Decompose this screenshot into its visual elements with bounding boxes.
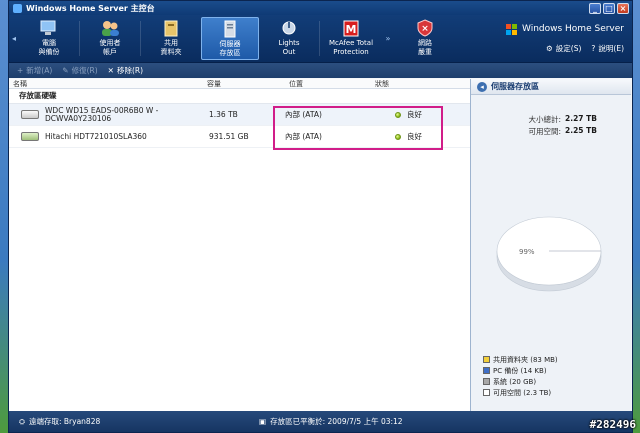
server-storage-pane: ◂ 伺服器存放區 大小總計: 2.27 TB 可用空間: 2.25 TB 99% 共… (471, 79, 631, 411)
legend-item: 共用資料夾 (83 MB) (483, 354, 558, 365)
side-title: 伺服器存放區 (491, 82, 539, 91)
storage-balanced-icon: ▣ (259, 417, 267, 426)
remove-icon: ✕ (107, 66, 114, 75)
swatch (483, 389, 490, 396)
tab-lights-out[interactable]: Lights Out (259, 15, 319, 62)
computer-icon (39, 19, 59, 37)
legend-item: 可用空間 (2.3 TB) (483, 387, 558, 398)
gear-icon: ⚙ (546, 43, 553, 53)
console-window: Windows Home Server 主控台 _ □ × ◂ 電腦 與備份 使… (8, 0, 633, 433)
tab-server-storage[interactable]: 伺服器 存放區 (201, 17, 259, 60)
svg-text:M: M (346, 23, 357, 36)
server-storage-icon (220, 20, 240, 38)
desktop-background-right (632, 0, 640, 433)
brand-area: Windows Home Server ⚙ 設定(S) ? 說明(E) (506, 15, 632, 62)
repair-button[interactable]: ✎ 修復(R) (62, 65, 97, 76)
col-status[interactable]: 狀態 (371, 79, 461, 88)
help-icon: ? (591, 43, 596, 53)
users-icon (100, 19, 120, 37)
pie-percent-label: 99% (519, 248, 535, 256)
annotation-highlight (273, 106, 443, 150)
group-storage-drives: 存放區硬碟 (9, 89, 470, 104)
legend-item: 系統 (20 GB) (483, 376, 558, 387)
title-bar[interactable]: Windows Home Server 主控台 _ □ × (9, 1, 632, 15)
plus-icon: + (17, 66, 24, 75)
swatch (483, 356, 490, 363)
maximize-button[interactable]: □ (603, 2, 615, 14)
main-area: 名稱 容量 位置 狀態 存放區硬碟 WDC WD15 EADS-00R6B0 W… (9, 79, 632, 411)
tab-shared-folders[interactable]: 共用 資料夾 (141, 15, 201, 62)
tab-mcafee[interactable]: M McAfee Total Protection (320, 15, 382, 62)
shared-folder-icon (161, 19, 181, 37)
network-critical-icon: × (415, 19, 435, 37)
col-location[interactable]: 位置 (285, 79, 371, 88)
nav-bar: ◂ 電腦 與備份 使用者 帳戶 共用 資料夾 伺服器 存放區 Lights Ou… (9, 15, 632, 63)
drive-capacity: 931.51 GB (209, 132, 249, 141)
tab-network-status[interactable]: × 網路 嚴重 (394, 15, 456, 62)
hard-drive-icon (21, 132, 39, 141)
close-button[interactable]: × (617, 2, 629, 14)
windows-logo-icon (506, 23, 517, 35)
storage-balance-status: 存放區已平衡於: 2009/7/5 上午 03:12 (270, 417, 403, 426)
free-space-row: 可用空間: 2.25 TB (528, 126, 597, 136)
tab-computers-backup[interactable]: 電腦 與備份 (19, 15, 79, 62)
lights-out-icon (279, 19, 299, 37)
remote-access-icon: ⛭ (19, 416, 25, 426)
total-size-row: 大小總計: 2.27 TB (528, 114, 597, 124)
remote-access-status[interactable]: 遠端存取: Bryan828 (29, 416, 100, 427)
storage-legend: 共用資料夾 (83 MB) PC 備份 (14 KB) 系統 (20 GB) 可… (483, 354, 558, 398)
hard-drive-icon (21, 110, 39, 119)
col-capacity[interactable]: 容量 (199, 79, 285, 88)
col-name[interactable]: 名稱 (9, 79, 199, 88)
app-icon (13, 3, 22, 13)
remove-button[interactable]: ✕ 移除(R) (108, 65, 143, 76)
nav-scroll-right[interactable]: » (382, 15, 394, 62)
side-header[interactable]: ◂ 伺服器存放區 (471, 79, 631, 95)
storage-pie-chart: 99% (493, 205, 605, 295)
watermark: #282496 (589, 418, 636, 431)
minimize-button[interactable]: _ (589, 2, 601, 14)
window-title: Windows Home Server 主控台 (26, 3, 155, 13)
add-button[interactable]: + 新增(A) (17, 65, 52, 76)
nav-scroll-left[interactable]: ◂ (9, 15, 19, 62)
settings-link[interactable]: ⚙ 設定(S) (546, 43, 581, 54)
drive-capacity: 1.36 TB (209, 110, 238, 119)
column-header: 名稱 容量 位置 狀態 (9, 79, 470, 89)
drive-list-pane: 名稱 容量 位置 狀態 存放區硬碟 WDC WD15 EADS-00R6B0 W… (9, 79, 471, 411)
collapse-icon: ◂ (477, 81, 487, 92)
tab-user-accounts[interactable]: 使用者 帳戶 (80, 15, 140, 62)
status-bar: ⛭ 遠端存取: Bryan828 ▣ 存放區已平衡於: 2009/7/5 上午 03… (9, 411, 632, 432)
legend-item: PC 備份 (14 KB) (483, 365, 558, 376)
help-link[interactable]: ? 說明(E) (591, 43, 624, 54)
swatch (483, 367, 490, 374)
svg-text:×: × (421, 24, 429, 34)
mcafee-icon: M (341, 19, 361, 37)
toolbar: + 新增(A) ✎ 修復(R) ✕ 移除(R) (9, 63, 632, 78)
brand-name: Windows Home Server (522, 24, 624, 34)
swatch (483, 378, 490, 385)
wrench-icon: ✎ (62, 66, 69, 75)
